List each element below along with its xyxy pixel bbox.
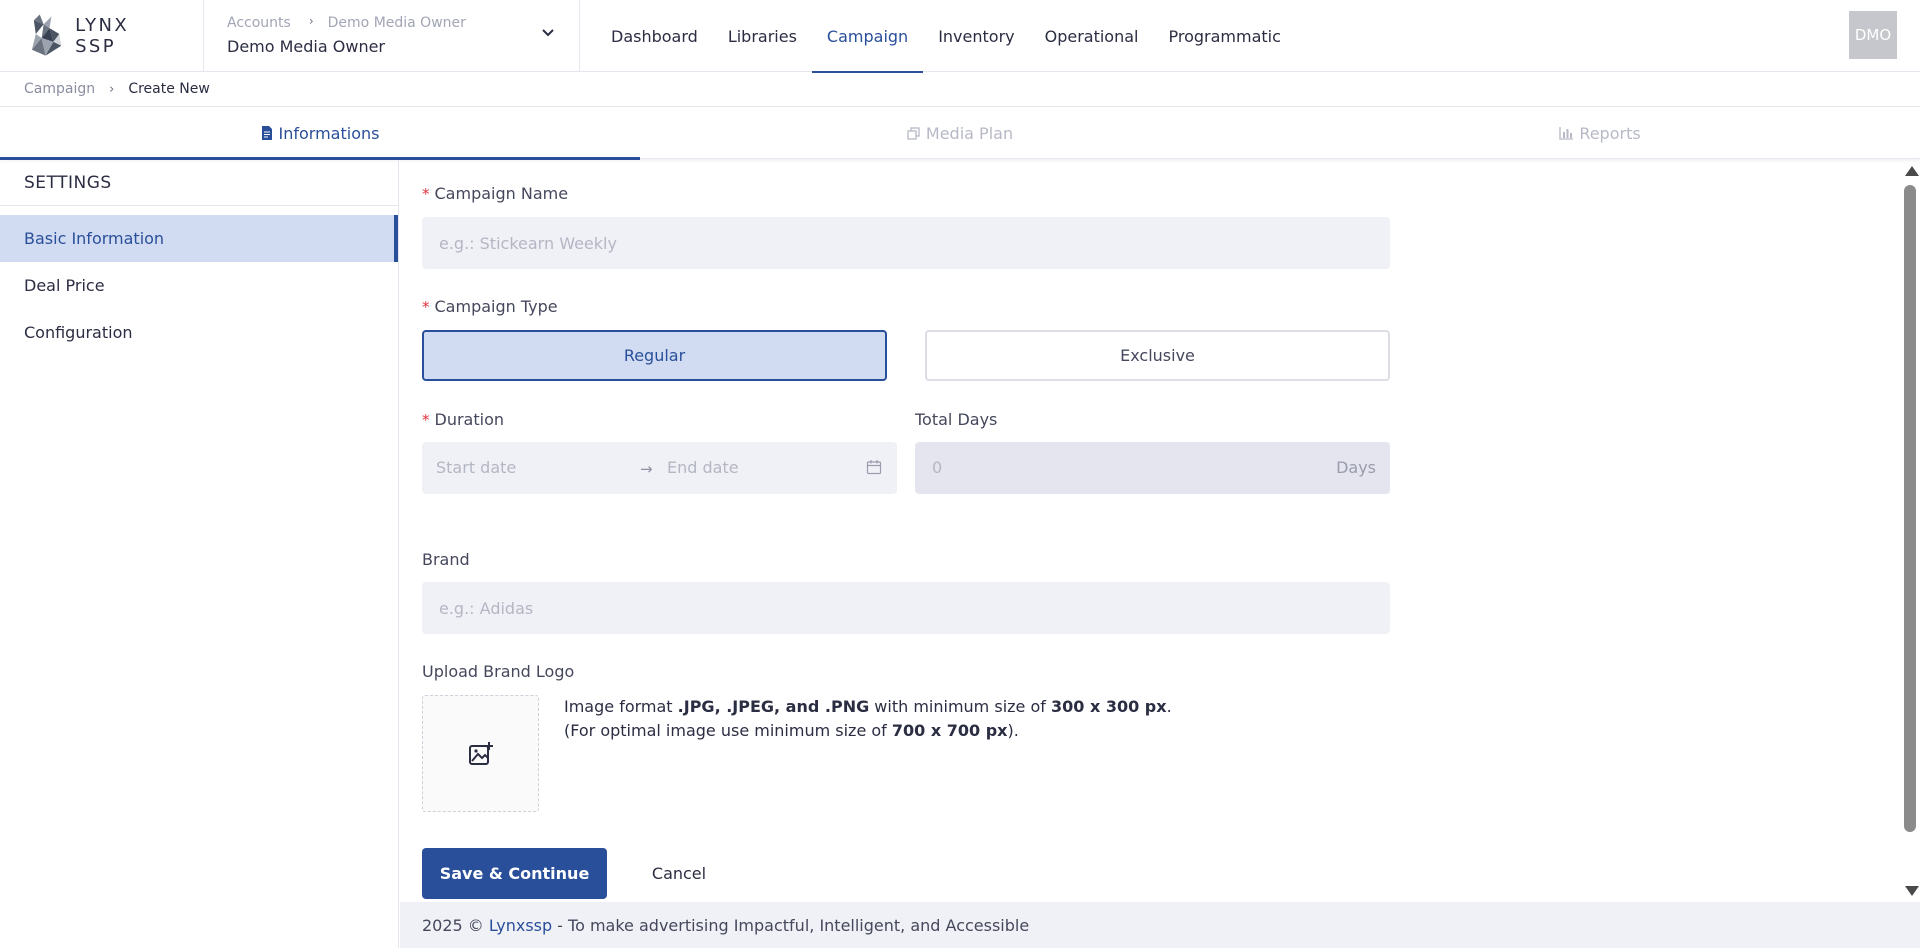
user-avatar[interactable]: DMO [1849, 11, 1897, 59]
tab-label: Media Plan [925, 123, 1014, 143]
upload-instructions-line-1: Image format .JPG, .JPEG, and .PNG with … [564, 697, 1172, 716]
required-marker: * [422, 184, 430, 203]
campaign-type-regular[interactable]: Regular [422, 330, 887, 381]
account-name: Demo Media Owner [227, 37, 386, 56]
tab-informations[interactable]: Informations [0, 107, 640, 160]
chevron-down-icon[interactable] [540, 24, 556, 40]
start-date-input[interactable]: Start date [436, 458, 516, 477]
upload-instructions-line-2: (For optimal image use minimum size of 7… [564, 721, 1019, 740]
breadcrumb-campaign[interactable]: Campaign [24, 81, 95, 97]
brand-label: Brand [422, 550, 470, 569]
scroll-down-arrow-icon[interactable] [1905, 886, 1919, 896]
add-image-icon [468, 741, 493, 765]
total-days-value: 0 [932, 458, 943, 477]
scroll-up-arrow-icon[interactable] [1905, 166, 1919, 176]
bar-chart-icon [1559, 126, 1574, 140]
campaign-form: * Campaign Name e.g.: Stickearn Weekly *… [400, 160, 1900, 902]
document-icon [261, 126, 273, 140]
account-crumb-owner[interactable]: Demo Media Owner [328, 15, 466, 31]
footer-copyright: 2025 © [422, 915, 484, 935]
campaign-type-label: * Campaign Type [422, 297, 558, 316]
chevron-right-icon: › [308, 14, 314, 28]
campaign-name-label: * Campaign Name [422, 184, 569, 203]
app-logo[interactable]: LYNX SSP [26, 12, 176, 60]
nav-operational[interactable]: Operational [1030, 0, 1154, 72]
campaign-name-input[interactable]: e.g.: Stickearn Weekly [422, 217, 1390, 269]
save-continue-button[interactable]: Save & Continue [422, 848, 607, 899]
scrollbar-thumb[interactable] [1904, 185, 1916, 832]
total-days-field: 0 Days [915, 442, 1390, 494]
nav-inventory[interactable]: Inventory [923, 0, 1029, 72]
duration-date-range[interactable]: Start date → End date [422, 442, 897, 494]
nav-dashboard[interactable]: Dashboard [596, 0, 713, 72]
campaign-type-exclusive[interactable]: Exclusive [925, 330, 1390, 381]
sidebar-item-configuration[interactable]: Configuration [0, 309, 398, 356]
top-header: LYNX SSP Accounts › Demo Media Owner Dem… [0, 0, 1920, 73]
total-days-label: Total Days [915, 410, 998, 429]
app-name: LYNX SSP [75, 15, 130, 57]
end-date-input[interactable]: End date [667, 458, 739, 477]
divider [579, 0, 580, 72]
tab-label: Informations [278, 123, 380, 143]
chevron-right-icon: › [109, 81, 115, 97]
cancel-button[interactable]: Cancel [644, 848, 714, 899]
sidebar-item-deal-price[interactable]: Deal Price [0, 262, 398, 309]
total-days-unit: Days [1336, 458, 1376, 477]
required-marker: * [422, 297, 430, 316]
upload-logo-label: Upload Brand Logo [422, 662, 575, 681]
main-nav: Dashboard Libraries Campaign Inventory O… [596, 0, 1296, 73]
footer-brand-link[interactable]: Lynxssp [489, 916, 552, 935]
breadcrumb-current: Create New [128, 81, 210, 97]
upload-logo-dropzone[interactable] [422, 695, 539, 812]
page-footer: 2025 © Lynxssp - To make advertising Imp… [400, 902, 1920, 948]
arrow-right-icon: → [640, 460, 653, 478]
copy-icon [907, 126, 920, 140]
tab-media-plan[interactable]: Media Plan [640, 107, 1280, 159]
tab-reports[interactable]: Reports [1280, 107, 1920, 159]
account-crumb-accounts[interactable]: Accounts [227, 15, 291, 31]
nav-campaign[interactable]: Campaign [811, 0, 924, 73]
account-breadcrumb: Accounts › Demo Media Owner [227, 13, 567, 33]
required-marker: * [422, 410, 430, 429]
campaign-tabs: Informations Media Plan Reports [0, 107, 1920, 160]
nav-libraries[interactable]: Libraries [713, 0, 812, 72]
tab-label: Reports [1579, 123, 1641, 143]
nav-programmatic[interactable]: Programmatic [1153, 0, 1295, 72]
sidebar-title: SETTINGS [0, 160, 398, 206]
page-scrollbar[interactable] [1900, 160, 1920, 902]
duration-label: * Duration [422, 410, 504, 429]
footer-tagline: - To make advertising Impactful, Intelli… [557, 915, 1030, 935]
calendar-icon [866, 460, 882, 475]
settings-sidebar: SETTINGS Basic Information Deal Price Co… [0, 160, 399, 948]
sidebar-list: Basic Information Deal Price Configurati… [0, 215, 398, 356]
sidebar-item-basic-information[interactable]: Basic Information [0, 215, 398, 262]
upload-instructions: Image format .JPG, .JPEG, and .PNG with … [564, 695, 1172, 743]
lynx-logo-icon [31, 14, 62, 56]
divider [203, 0, 204, 72]
breadcrumb: Campaign › Create New [0, 72, 1920, 107]
brand-input[interactable]: e.g.: Adidas [422, 582, 1390, 634]
account-switcher[interactable]: Accounts › Demo Media Owner Demo Media O… [227, 13, 567, 59]
